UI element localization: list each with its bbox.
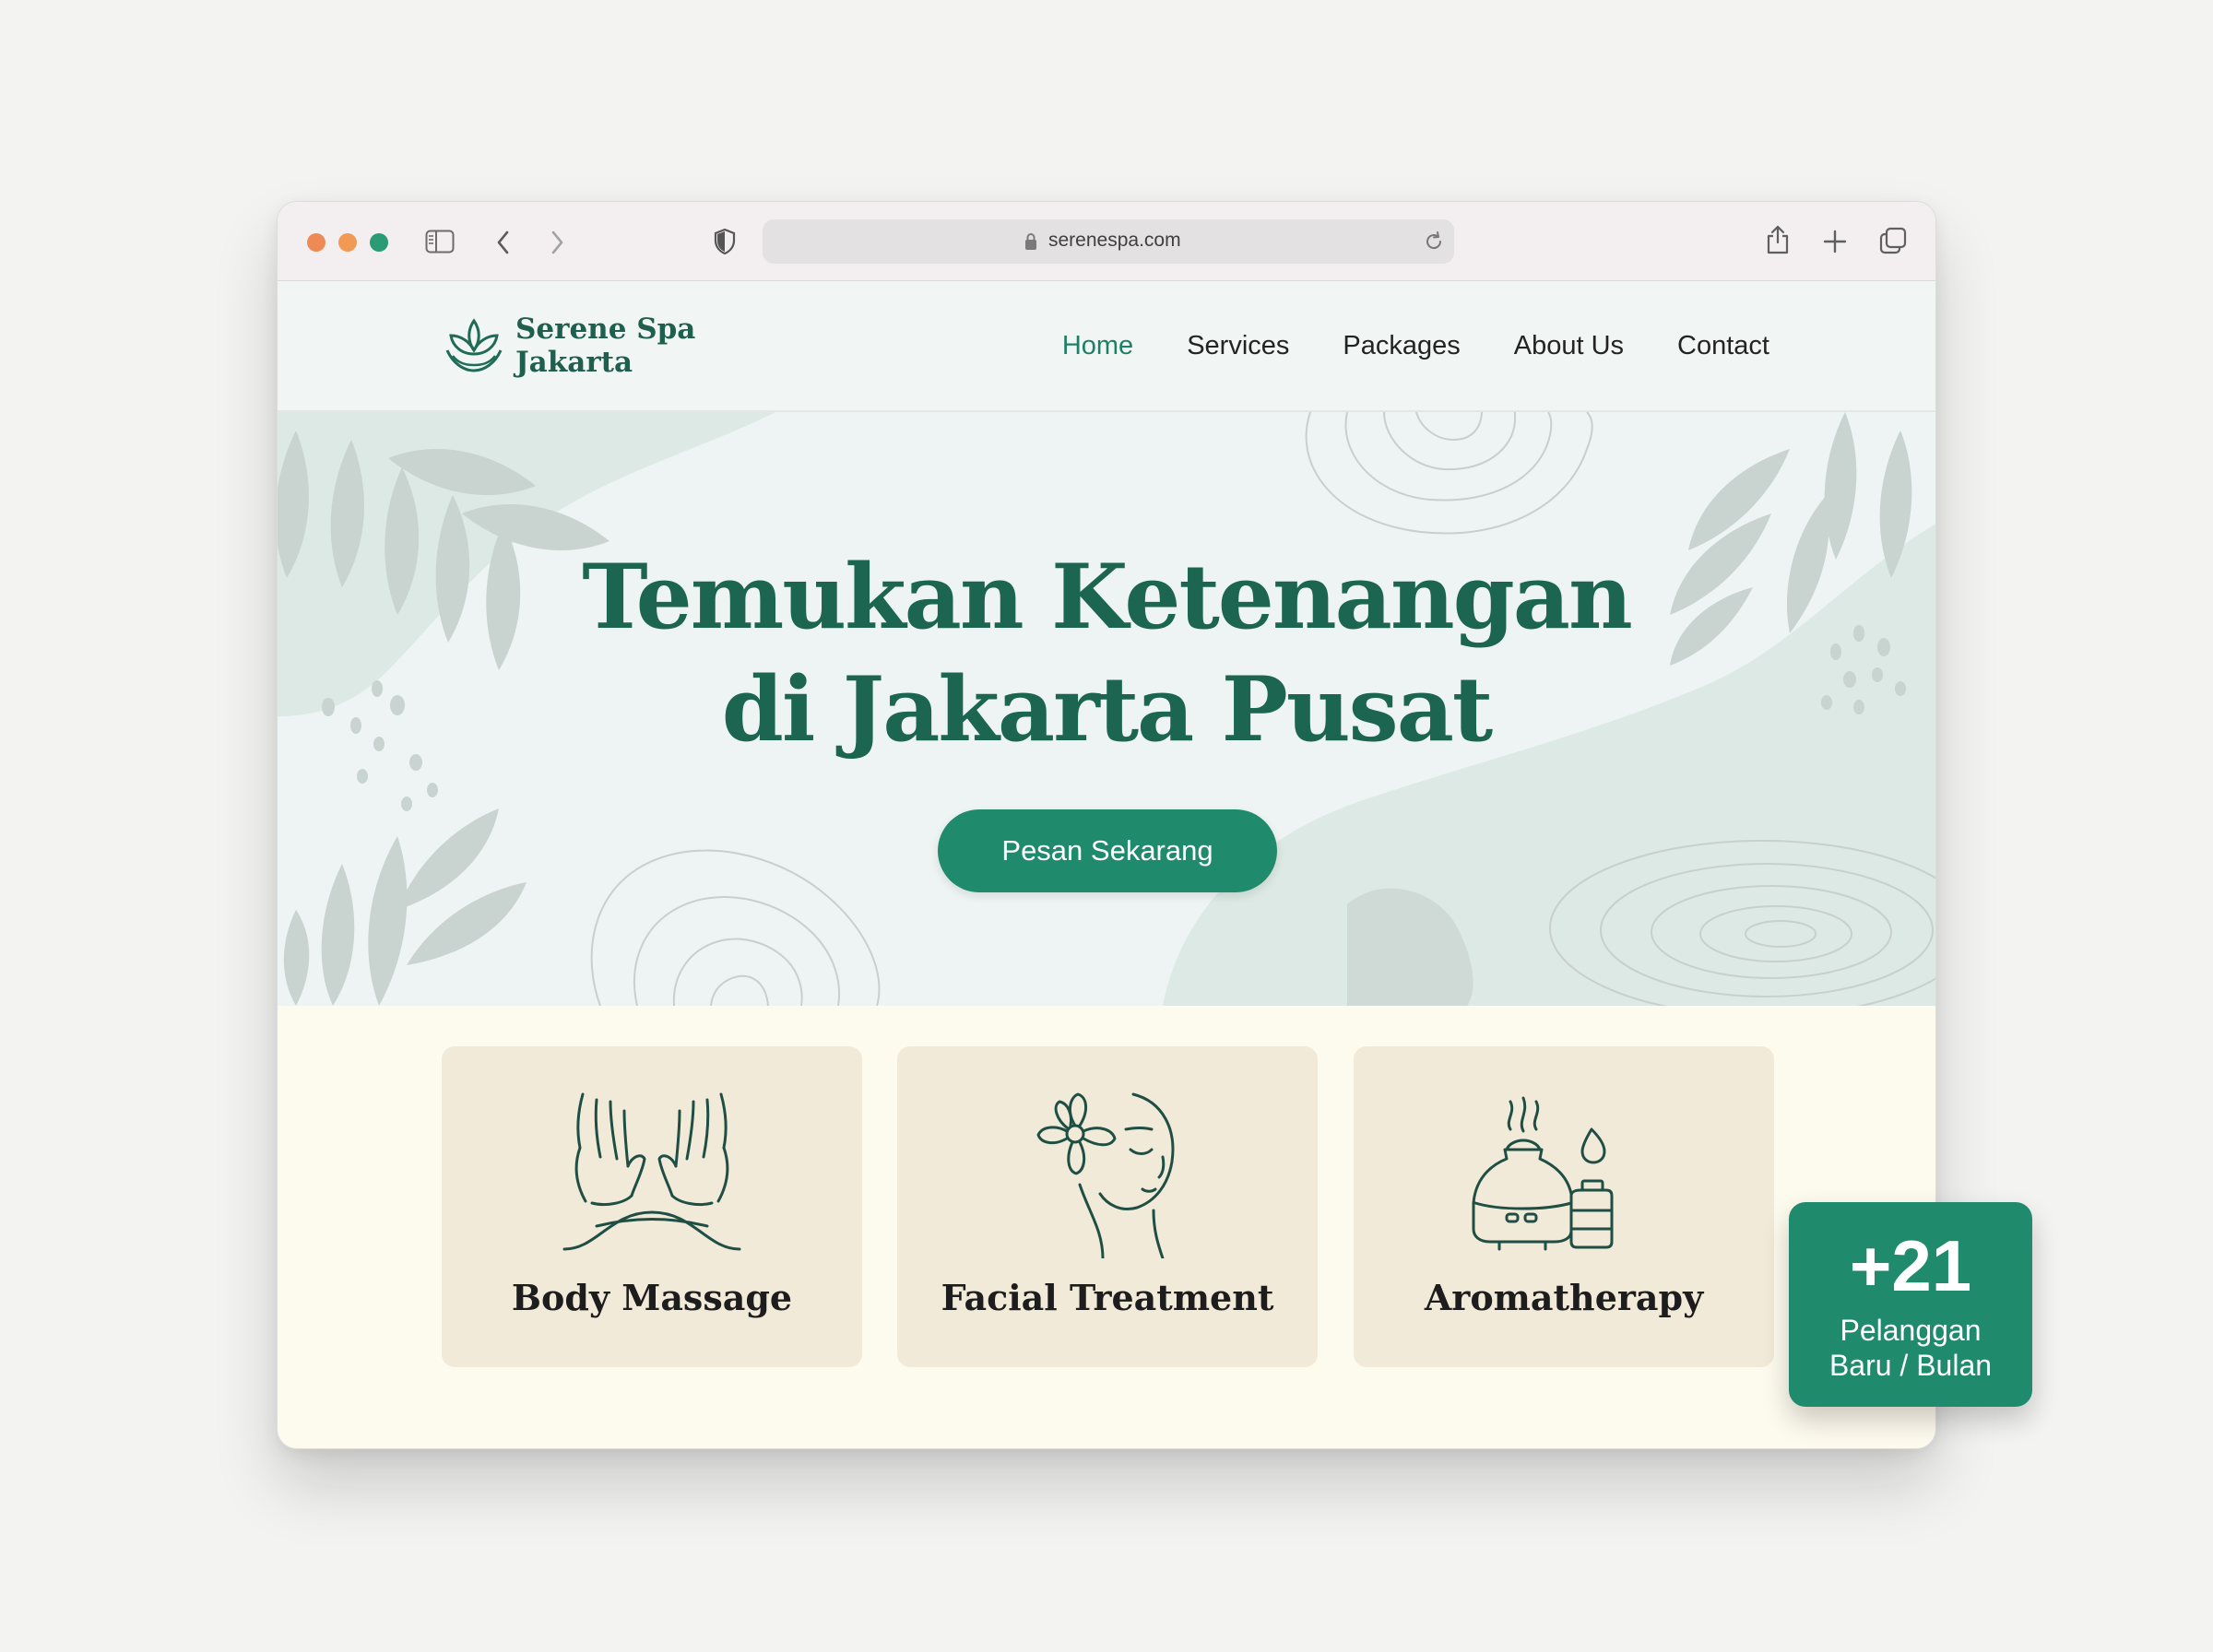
minimize-window-button[interactable] — [338, 233, 357, 252]
nav-services[interactable]: Services — [1187, 331, 1289, 361]
zoom-window-button[interactable] — [370, 233, 388, 252]
stat-number: +21 — [1849, 1225, 1972, 1306]
back-icon[interactable] — [495, 230, 512, 255]
lock-icon — [1024, 232, 1037, 255]
stat-label-line2: Baru / Bulan — [1828, 1349, 1993, 1382]
browser-toolbar: serenespa.com — [278, 202, 1935, 281]
shield-icon[interactable] — [713, 228, 737, 255]
service-card-facial-treatment[interactable]: Facial Treatment — [897, 1046, 1318, 1367]
brand-name: Serene Spa Jakarta — [515, 313, 695, 379]
book-now-button[interactable]: Pesan Sekarang — [938, 809, 1277, 892]
browser-window: serenespa.com Serene Spa Jakarta Home Se… — [277, 201, 1936, 1449]
diffuser-icon — [1472, 1096, 1614, 1251]
stat-label: Pelanggan Baru / Bulan — [1789, 1313, 2032, 1383]
face-flower-icon — [1036, 1092, 1175, 1258]
tabs-overview-icon[interactable] — [1878, 226, 1908, 255]
massage-hands-icon — [562, 1092, 741, 1251]
hero-title-line2: di Jakarta Pusat — [721, 657, 1493, 761]
sidebar-icon[interactable] — [425, 230, 455, 254]
nav-packages[interactable]: Packages — [1343, 331, 1460, 361]
service-title: Body Massage — [511, 1277, 793, 1318]
nav-home[interactable]: Home — [1062, 331, 1133, 361]
services-section: Body Massage Facial Treatment Aromathera… — [278, 1006, 1935, 1448]
service-title: Aromatherapy — [1424, 1277, 1704, 1318]
close-window-button[interactable] — [307, 233, 325, 252]
main-nav: Home Services Packages About Us Contact — [1009, 331, 1769, 361]
service-card-body-massage[interactable]: Body Massage — [442, 1046, 862, 1367]
site-header: Serene Spa Jakarta Home Services Package… — [278, 281, 1935, 412]
hero-title: Temukan Ketenangan di Jakarta Pusat — [278, 541, 1935, 766]
url-text: serenespa.com — [1048, 230, 1181, 251]
brand-line1: Serene Spa — [515, 313, 696, 346]
hero-section: Temukan Ketenangan di Jakarta Pusat Pesa… — [278, 412, 1935, 1006]
new-tab-icon[interactable] — [1823, 230, 1847, 254]
share-icon[interactable] — [1764, 224, 1792, 255]
service-card-aromatherapy[interactable]: Aromatherapy — [1354, 1046, 1774, 1367]
reload-icon[interactable] — [1423, 230, 1445, 257]
nav-about-us[interactable]: About Us — [1514, 331, 1624, 361]
brand-logo[interactable]: Serene Spa Jakarta — [442, 313, 695, 379]
brand-line2: Jakarta — [515, 346, 633, 379]
nav-contact[interactable]: Contact — [1677, 331, 1769, 361]
address-bar[interactable]: serenespa.com — [763, 219, 1454, 264]
lotus-icon — [445, 318, 503, 372]
stat-label-line1: Pelanggan — [1840, 1314, 1982, 1347]
service-title: Facial Treatment — [941, 1277, 1274, 1318]
stat-badge: +21 Pelanggan Baru / Bulan — [1789, 1202, 2032, 1407]
forward-icon[interactable] — [549, 230, 565, 255]
hero-title-line1: Temukan Ketenangan — [582, 545, 1633, 649]
